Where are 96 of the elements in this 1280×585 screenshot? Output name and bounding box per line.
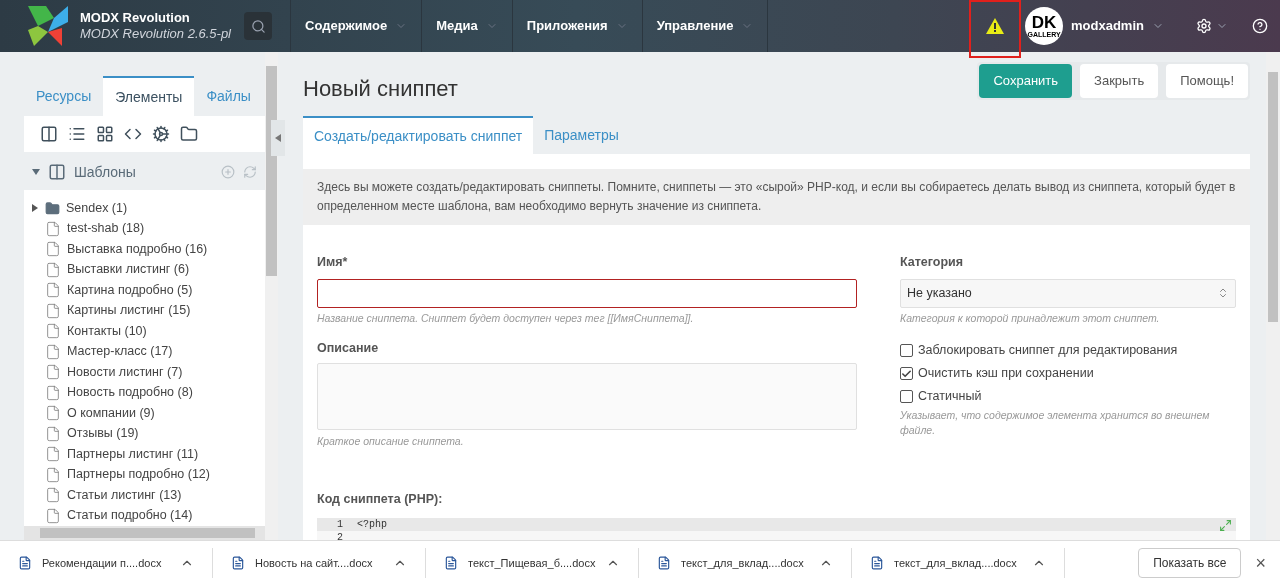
help-button[interactable] <box>1252 18 1268 34</box>
file-icon <box>45 282 61 299</box>
toolbar-icon[interactable] <box>40 125 58 143</box>
vertical-scrollbar[interactable] <box>265 52 278 540</box>
select-arrows-icon <box>1217 287 1229 300</box>
document-icon <box>444 556 458 570</box>
file-icon <box>45 261 61 278</box>
field-label: Описание <box>317 339 380 357</box>
download-item[interactable]: текст_для_вклад....docx <box>852 548 1065 578</box>
download-item[interactable]: текст_для_вклад....docx <box>639 548 852 578</box>
page-title: Новый сниппет <box>303 75 458 103</box>
document-icon <box>18 556 32 570</box>
help-icon <box>1252 18 1268 34</box>
tree-item[interactable]: О компании (9) <box>24 403 265 424</box>
tree-item[interactable]: Sendex (1) <box>24 198 265 219</box>
section-title: Шаблоны <box>74 162 136 182</box>
name-field[interactable] <box>317 278 857 308</box>
collapse-handle[interactable] <box>271 120 285 156</box>
tree-item[interactable]: test-shab (18) <box>24 218 265 239</box>
brand-name: MODX Revolution <box>80 9 191 26</box>
toolbar-button[interactable]: Помощь! <box>1166 64 1248 98</box>
tree-item[interactable]: Мастер-класс (17) <box>24 341 265 362</box>
tree-item[interactable]: Выставки листинг (6) <box>24 259 265 280</box>
tree-item[interactable]: Картины листинг (15) <box>24 300 265 321</box>
file-icon <box>45 220 61 237</box>
field-label: Код сниппета (PHP): <box>317 492 443 506</box>
line-number: 1 <box>336 518 344 532</box>
download-item[interactable]: текст_Пищевая_б....docx <box>426 548 639 578</box>
tree-item[interactable]: Контакты (10) <box>24 321 265 342</box>
form-tab[interactable]: Создать/редактировать сниппет <box>303 116 534 154</box>
vertical-scrollbar[interactable] <box>1266 52 1280 540</box>
avatar-initials: DK <box>1031 14 1057 31</box>
download-item[interactable]: Новость на сайт....docx <box>213 548 426 578</box>
file-icon <box>45 302 61 319</box>
folder-icon <box>45 200 60 216</box>
fullscreen-icon[interactable] <box>1219 519 1232 532</box>
version-text: MODX Revolution 2.6.5-pl <box>80 26 231 43</box>
field-hint: Краткое описание сниппета. <box>317 434 465 450</box>
tree-item[interactable]: Картина подробно (5) <box>24 280 265 301</box>
field-hint: Указывает, что содержимое элемента хранится во внешнем файле. <box>900 407 1211 438</box>
layout-icon <box>48 163 66 181</box>
tree-item[interactable]: Отзывы (19) <box>24 423 265 444</box>
horizontal-scrollbar[interactable] <box>24 526 265 540</box>
sidebar-tab[interactable]: Элементы <box>103 76 195 116</box>
show-all-button[interactable]: Показать все <box>1138 548 1242 578</box>
settings-button[interactable] <box>1196 18 1228 34</box>
checkbox[interactable] <box>900 390 913 403</box>
file-icon <box>45 364 61 381</box>
toolbar-icon[interactable] <box>180 125 198 143</box>
tree-item[interactable]: Новости листинг (7) <box>24 362 265 383</box>
checkbox[interactable] <box>900 344 913 357</box>
caret-icon <box>275 134 281 142</box>
file-icon <box>45 405 61 422</box>
intro-text: Здесь вы можете создать/редактировать сниппеты. Помните, сниппеты — это «сырой» PHP-код, и если вы собираетесь делать вывод из сниппета, который будет в определенном месте шаблона, вам необходимо вернуть значение из сниппета. <box>303 169 1250 225</box>
user-menu[interactable]: modxadmin <box>1071 16 1164 36</box>
category-select[interactable]: Не указано <box>900 278 1236 308</box>
description-field[interactable] <box>317 363 857 431</box>
toolbar-button[interactable]: Закрыть <box>1080 64 1159 98</box>
file-icon <box>45 425 61 442</box>
search-icon <box>250 18 266 34</box>
file-icon <box>45 487 61 504</box>
code-editor[interactable]: 1 <?php 2 <box>317 518 1236 540</box>
file-icon <box>45 323 61 340</box>
field-label: Категория <box>900 254 965 271</box>
warning-icon[interactable] <box>986 18 1005 34</box>
settings-icon <box>1196 18 1212 34</box>
tree-item[interactable]: Новость подробно (8) <box>24 382 265 403</box>
line-number: 2 <box>336 531 344 540</box>
file-icon <box>45 507 61 524</box>
file-icon <box>45 241 61 258</box>
checkbox-label: Очистить кэш при сохранении <box>918 365 1094 383</box>
checkbox-label: Заблокировать сниппет для редактирования <box>918 342 1178 360</box>
tree-item[interactable]: Партнеры подробно (12) <box>24 464 265 485</box>
toolbar-icon[interactable] <box>152 125 170 143</box>
field-label: Имя* <box>317 254 349 271</box>
tree-item[interactable]: Выставка подробно (16) <box>24 239 265 260</box>
tree-item[interactable]: Партнеры листинг (11) <box>24 444 265 465</box>
tree-item[interactable]: Статьи подробно (14) <box>24 505 265 526</box>
document-icon <box>657 556 671 570</box>
code-line: <?php <box>356 518 387 532</box>
search-button[interactable] <box>244 12 272 40</box>
file-icon <box>45 343 61 360</box>
toolbar-icon[interactable] <box>96 125 114 143</box>
file-icon <box>45 466 61 483</box>
document-icon <box>231 556 245 570</box>
checkbox[interactable] <box>900 367 913 380</box>
close-button[interactable]: × <box>1255 549 1266 577</box>
field-hint: Название сниппета. Сниппет будет доступен через тег [[ИмяСниппета]]. <box>317 310 695 326</box>
checkbox-label: Статичный <box>918 388 982 406</box>
document-icon <box>870 556 884 570</box>
field-hint: Категория к которой принадлежит этот сниппет. <box>900 310 1161 326</box>
file-icon <box>45 446 61 463</box>
tree-item[interactable]: Статьи листинг (13) <box>24 485 265 506</box>
download-item[interactable]: Рекомендации п....docx <box>0 548 213 578</box>
file-icon <box>45 384 61 401</box>
toolbar-icon[interactable] <box>68 125 86 143</box>
